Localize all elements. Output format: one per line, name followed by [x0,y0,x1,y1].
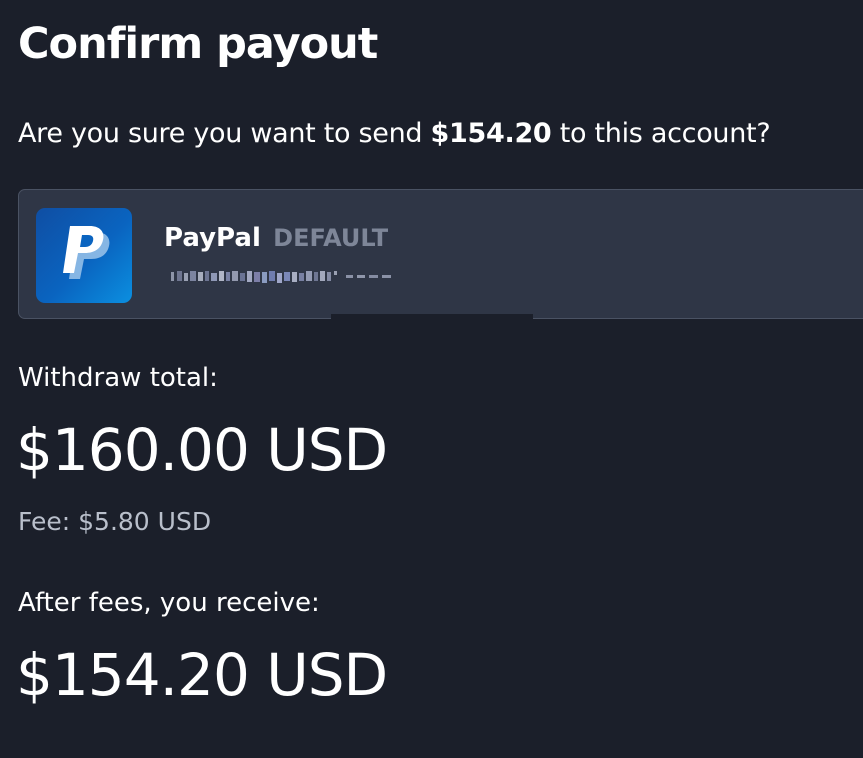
default-badge: DEFAULT [273,224,389,252]
question-prefix: Are you sure you want to send [18,118,431,149]
card-active-indicator [331,314,533,321]
fee-text: Fee: $5.80 USD [18,507,212,536]
withdraw-total-amount: $160.00 USD [16,416,388,484]
paypal-logo-icon [36,208,132,303]
question-amount: $154.20 [430,118,552,149]
withdraw-total-label: Withdraw total: [18,363,218,393]
redacted-email [171,271,391,283]
account-brand: PayPal [164,223,261,253]
question-suffix: to this account? [551,118,771,149]
dialog-title: Confirm payout [18,19,378,69]
payout-account-card[interactable]: PayPal DEFAULT [18,189,863,321]
account-name: PayPal DEFAULT [164,220,388,256]
receive-label: After fees, you receive: [18,588,320,618]
confirm-question: Are you sure you want to send $154.20 to… [18,114,771,154]
receive-amount: $154.20 USD [16,641,388,709]
